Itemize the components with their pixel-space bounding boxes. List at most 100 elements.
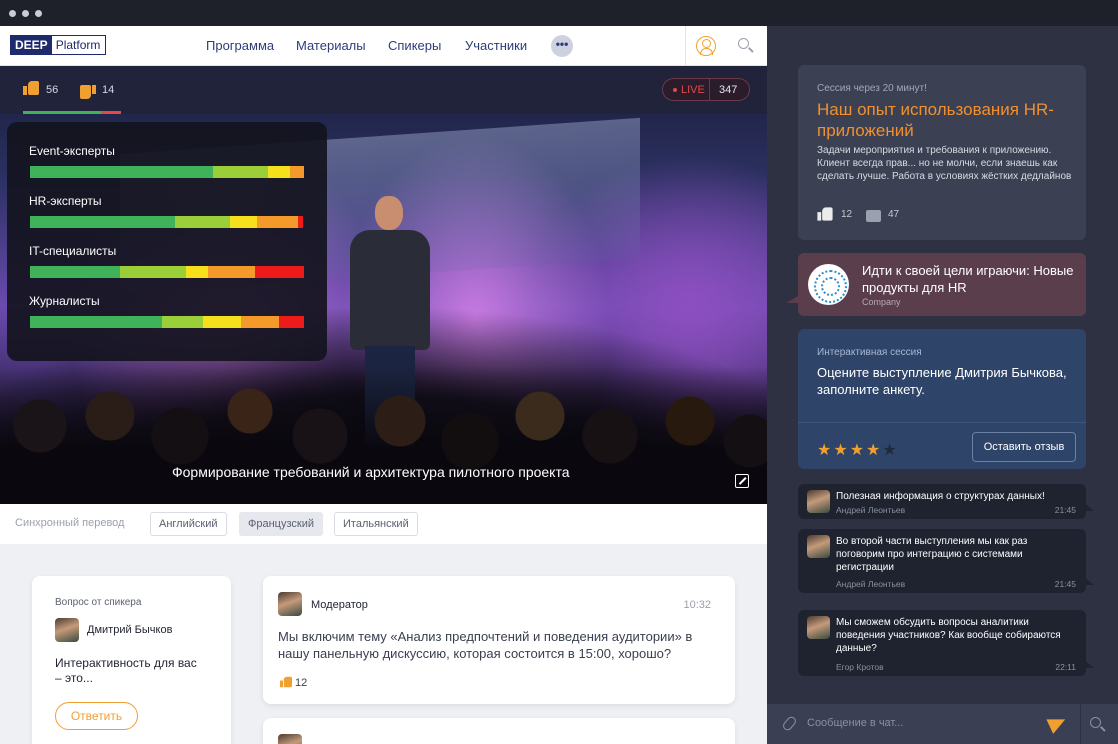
poll-row-label: Журналисты <box>29 294 100 308</box>
star-icon[interactable]: ★ <box>882 442 898 459</box>
poll-bar-segment <box>230 216 257 228</box>
star-icon[interactable]: ★ <box>833 442 849 459</box>
feed-author-avatar <box>278 734 302 744</box>
company-logo-icon <box>808 264 849 305</box>
feed-message-card-next <box>263 718 735 744</box>
nav-item-materials[interactable]: Материалы <box>296 38 366 53</box>
chat-message-text: Мы сможем обсудить вопросы аналитики пов… <box>836 617 1061 654</box>
session-countdown: Сессия через 20 минут! <box>817 83 927 94</box>
answer-button[interactable]: Ответить <box>55 702 138 730</box>
poll-bar-segment <box>241 316 279 328</box>
live-label: LIVE <box>681 84 705 96</box>
chat-message: Во второй части выступления мы как раз п… <box>798 529 1094 593</box>
app-window: DEEP Platform Программа Материалы Спикер… <box>0 0 1118 744</box>
speaker-question-card: Вопрос от спикера Дмитрий Бычков Интерак… <box>32 576 231 744</box>
window-minimize-dot[interactable] <box>22 10 29 17</box>
leave-review-button[interactable]: Оставить отзыв <box>972 432 1076 462</box>
speaker-avatar <box>55 618 79 642</box>
nav-item-program[interactable]: Программа <box>206 38 274 53</box>
promo-company: Company <box>862 297 901 307</box>
lang-button-french[interactable]: Французский <box>239 512 323 536</box>
nav-divider <box>685 26 686 66</box>
poll-bar-segment <box>279 316 304 328</box>
promo-card[interactable]: Идти к своей цели играючи: Новые продукт… <box>786 253 1086 316</box>
poll-row-label: Event-эксперты <box>29 144 115 158</box>
poll-bar-segment <box>268 166 291 178</box>
paperclip-icon[interactable] <box>781 714 798 733</box>
poll-bar-segment <box>30 316 162 328</box>
upcoming-session-card[interactable]: Сессия через 20 минут! Наш опыт использо… <box>798 65 1086 240</box>
chat-message-time: 22:11 <box>1055 662 1076 672</box>
translation-bar: Синхронный перевод Английский Французски… <box>0 504 767 544</box>
moderator-avatar <box>278 592 302 616</box>
session-title[interactable]: Наш опыт использования HR-приложений <box>817 99 1077 141</box>
poll-bar-segment <box>30 266 120 278</box>
poll-bar-segment <box>298 216 303 228</box>
window-close-dot[interactable] <box>9 10 16 17</box>
fullscreen-icon[interactable] <box>735 474 749 488</box>
nav-item-participants[interactable]: Участники <box>465 38 527 53</box>
chat-message: Полезная информация о структурах данных!… <box>798 484 1094 519</box>
rating-stars[interactable]: ★★★★★ <box>817 440 899 460</box>
chat-message-text: Полезная информация о структурах данных! <box>836 491 1045 502</box>
poll-bar-segment <box>203 316 241 328</box>
thumbs-up-icon[interactable] <box>817 207 833 221</box>
comment-icon[interactable] <box>866 210 881 222</box>
likes-count: 56 <box>46 84 59 96</box>
poll-row-bar <box>30 166 304 178</box>
chat-avatar <box>807 535 830 558</box>
poll-row-bar <box>30 316 304 328</box>
chat-message-author: Егор Кротов <box>836 662 884 672</box>
lang-button-italian[interactable]: Итальянский <box>334 512 418 536</box>
audience-poll-panel: Event-эксперты HR-эксперты IT-специалисты Ж… <box>7 122 327 361</box>
sidebar: Сессия через 20 минут! Наш опыт использо… <box>767 26 1118 744</box>
chat-avatar <box>807 490 830 513</box>
poll-bar-segment <box>30 216 175 228</box>
chat-input[interactable]: Сообщение в чат... <box>807 717 903 729</box>
poll-bar-segment <box>208 266 255 278</box>
session-likes: 12 <box>841 209 853 220</box>
poll-bar-segment <box>186 266 208 278</box>
poll-bar-segment <box>30 166 214 178</box>
audience-silhouettes <box>0 366 767 504</box>
video-player[interactable]: 56 14 LIVE 347 Event-эксперты HR-эксперты… <box>0 66 767 504</box>
feed-message-card: Модератор 10:32 Мы включим тему «Анализ … <box>263 576 735 704</box>
speaker-name: Дмитрий Бычков <box>87 624 173 636</box>
star-icon[interactable]: ★ <box>850 442 866 459</box>
user-icon[interactable] <box>696 36 716 56</box>
brand-logo-part2: Platform <box>55 38 101 52</box>
poll-row-bar <box>30 266 304 278</box>
feed-message-text: Мы включим тему «Анализ предпочтений и п… <box>278 629 693 661</box>
send-icon[interactable] <box>1046 712 1069 734</box>
feed-message-time: 10:32 <box>683 599 711 611</box>
interactive-text: Оцените выступление Дмитрия Бычкова, зап… <box>817 365 1067 397</box>
poll-bar-segment <box>175 216 230 228</box>
chat-message-text: Во второй части выступления мы как раз п… <box>836 536 1028 573</box>
dislikes-count: 14 <box>102 84 115 96</box>
thumbs-up-icon[interactable] <box>280 676 292 688</box>
thumbs-down-icon[interactable] <box>80 85 96 99</box>
chat-message-time: 21:45 <box>1054 579 1076 589</box>
poll-bar-segment <box>162 316 203 328</box>
subtitle-text: Формирование требований и архитектура пи… <box>172 464 570 480</box>
lang-button-english[interactable]: Английский <box>150 512 227 536</box>
star-icon[interactable]: ★ <box>817 442 833 459</box>
poll-row-label: HR-эксперты <box>29 194 102 208</box>
chat-avatar <box>807 616 830 639</box>
nav-item-speakers[interactable]: Спикеры <box>388 38 441 53</box>
star-icon[interactable]: ★ <box>866 442 882 459</box>
thumbs-up-icon[interactable] <box>23 81 39 95</box>
chat-message: Мы сможем обсудить вопросы аналитики пов… <box>798 610 1094 676</box>
search-icon[interactable] <box>737 37 755 55</box>
more-menu-button[interactable]: ••• <box>551 35 573 57</box>
search-icon[interactable] <box>1089 716 1107 734</box>
viewer-count: 347 <box>719 84 738 96</box>
poll-bar-segment <box>290 166 304 178</box>
session-description: Задачи мероприятия и требования к прилож… <box>817 145 1072 182</box>
interactive-label: Интерактивная сессия <box>817 347 922 358</box>
poll-row-bar <box>30 216 304 228</box>
session-comments: 47 <box>888 209 900 220</box>
speaker-question-text: Интерактивность для вас – это... <box>55 656 197 685</box>
brand-logo[interactable]: DEEP Platform <box>10 35 107 55</box>
window-maximize-dot[interactable] <box>35 10 42 17</box>
